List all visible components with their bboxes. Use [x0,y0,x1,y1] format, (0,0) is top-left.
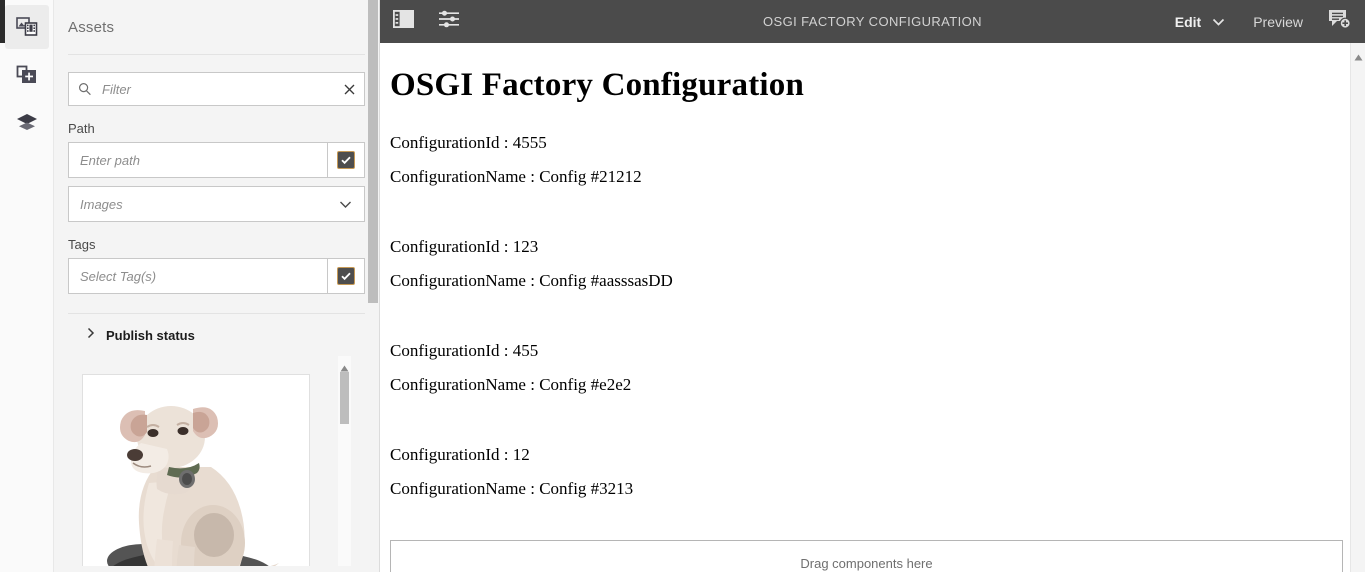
search-icon [78,82,92,96]
component-dropzone[interactable]: Drag components here [390,540,1343,572]
config-id-line: ConfigurationId : 455 [390,334,1365,368]
chevron-down-icon [1212,18,1225,26]
tags-confirm-button[interactable] [327,258,365,294]
rail-active-indicator [0,0,5,43]
path-input[interactable] [68,142,327,178]
rail-item-components[interactable] [5,53,49,97]
close-icon[interactable] [334,73,364,105]
tags-input[interactable] [68,258,327,294]
sidebar-body: Path Images [54,72,379,356]
filter-field[interactable] [68,72,365,106]
config-id-line: ConfigurationId : 4555 [390,126,1365,160]
tags-label: Tags [68,237,365,252]
editor-toolbar: OSGI FACTORY CONFIGURATION Edit Preview [380,0,1365,43]
checkmark-icon [337,267,355,285]
asset-card-dog[interactable] [82,374,310,566]
config-entry: ConfigurationId : 4555 ConfigurationName… [390,126,1365,194]
publish-status-accordion[interactable]: Publish status [68,314,365,356]
asset-results-list [68,356,365,566]
config-entry: ConfigurationId : 12 ConfigurationName :… [390,438,1365,506]
edit-mode-selector[interactable]: Edit [1161,0,1239,43]
config-name-line: ConfigurationName : Config #3213 [390,472,1365,506]
sidebar-title: Assets [54,0,379,36]
path-field-row [68,142,365,178]
asset-type-value: Images [69,197,339,212]
config-id-line: ConfigurationId : 123 [390,230,1365,264]
path-confirm-button[interactable] [327,142,365,178]
add-annotation-button[interactable] [1317,0,1361,43]
page-scrollbar[interactable] [1350,43,1365,572]
page-canvas: OSGI Factory Configuration Configuration… [380,43,1365,572]
sidepanel-toggle-icon [393,10,414,33]
main-area: OSGI FACTORY CONFIGURATION Edit Preview [380,0,1365,572]
asset-list-scroll-thumb[interactable] [340,372,349,424]
sidebar-scrollbar[interactable] [367,0,379,572]
components-icon [16,64,38,86]
checkmark-icon [337,151,355,169]
scroll-up-arrow-icon[interactable] [340,359,349,366]
assets-icon [16,16,38,38]
config-entry: ConfigurationId : 123 ConfigurationName … [390,230,1365,298]
config-id-line: ConfigurationId : 12 [390,438,1365,472]
asset-type-select[interactable]: Images [68,186,365,222]
layers-icon [16,113,38,133]
tags-field-row [68,258,365,294]
dog-image-thumbnail [83,375,309,566]
chevron-right-icon [87,326,95,344]
dropzone-label: Drag components here [800,556,932,571]
sidebar-scroll-thumb[interactable] [368,0,378,303]
scroll-up-arrow-icon[interactable] [1354,48,1363,55]
config-entry: ConfigurationId : 455 ConfigurationName … [390,334,1365,402]
assets-sidebar: Assets Path [54,0,380,572]
asset-list-scrollbar[interactable] [338,356,351,566]
rail-item-layers[interactable] [5,101,49,145]
aem-editor-window: Assets Path [0,0,1365,572]
publish-status-label: Publish status [106,328,195,343]
page-properties-button[interactable] [426,0,472,43]
filter-input[interactable] [92,82,334,97]
sidepanel-toggle-button[interactable] [380,0,426,43]
config-name-line: ConfigurationName : Config #e2e2 [390,368,1365,402]
path-label: Path [68,121,365,136]
add-annotation-icon [1328,9,1351,34]
toolbar-right-group: Edit Preview [1161,0,1365,43]
preview-label: Preview [1253,14,1303,30]
page-content: OSGI Factory Configuration Configuration… [390,43,1365,572]
chevron-down-icon [339,200,364,209]
config-name-line: ConfigurationName : Config #aasssasDD [390,264,1365,298]
edit-mode-label: Edit [1175,14,1201,30]
page-heading: OSGI Factory Configuration [390,43,1365,104]
config-name-line: ConfigurationName : Config #21212 [390,160,1365,194]
sidebar-divider [68,54,365,55]
preview-button[interactable]: Preview [1239,0,1317,43]
left-rail [0,0,54,572]
page-properties-icon [438,10,460,33]
rail-item-assets[interactable] [5,5,49,49]
